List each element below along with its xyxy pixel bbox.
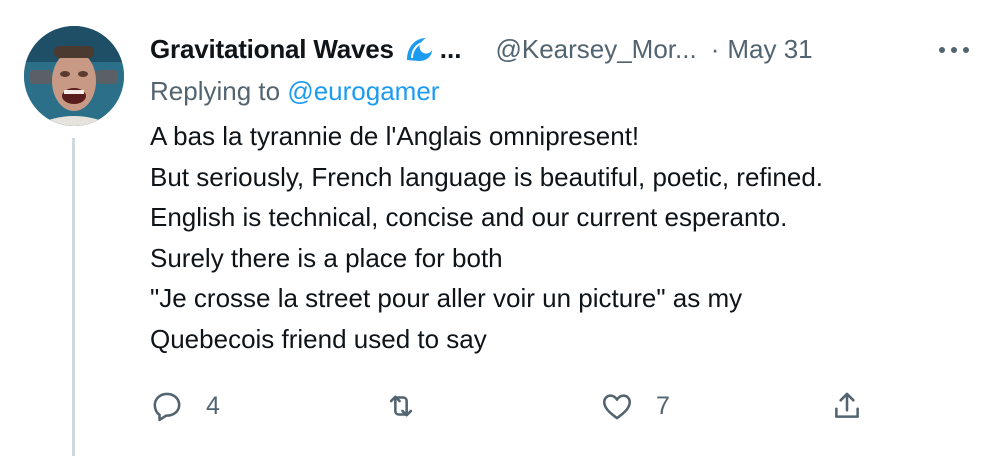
date-separator: · — [710, 33, 720, 64]
replying-prefix: Replying to — [150, 76, 281, 106]
tweet-date[interactable]: May 31 — [727, 34, 812, 65]
tweet-text-line: A bas la tyrannie de l'Anglais omniprese… — [150, 121, 640, 151]
more-options-icon[interactable] — [934, 38, 974, 62]
share-button[interactable] — [830, 382, 864, 430]
share-icon — [835, 392, 859, 418]
replying-to-link[interactable]: @eurogamer — [287, 76, 439, 106]
retweet-button[interactable] — [384, 382, 418, 430]
user-handle[interactable]: @Kearsey_Mor... — [495, 34, 696, 65]
tweet-text-line: English is technical, concise and our cu… — [150, 202, 788, 232]
wave-emoji-icon — [404, 34, 434, 64]
avatar-image — [24, 26, 124, 126]
replying-to: Replying to @eurogamer — [150, 76, 439, 107]
tweet: Gravitational Waves ... @Kearsey_Mor... … — [0, 0, 1000, 456]
tweet-text-line: "Je crosse la street pour aller voir un … — [150, 283, 743, 313]
thread-line — [72, 138, 75, 456]
heart-icon — [602, 394, 632, 420]
name-truncation: ... — [439, 33, 462, 64]
display-name[interactable]: Gravitational Waves — [150, 34, 394, 65]
tweet-header: Gravitational Waves ... @Kearsey_Mor... … — [150, 28, 980, 70]
like-button[interactable]: 7 — [600, 382, 670, 430]
reply-count: 4 — [206, 391, 220, 420]
reply-icon — [153, 392, 181, 422]
tweet-actions: 4 7 — [150, 382, 880, 430]
reply-button[interactable]: 4 — [150, 382, 220, 430]
tweet-text: A bas la tyrannie de l'Anglais omniprese… — [150, 116, 980, 359]
avatar[interactable] — [24, 26, 124, 126]
retweet-icon — [389, 395, 413, 417]
tweet-text-line: But seriously, French language is beauti… — [150, 161, 824, 192]
like-count: 7 — [656, 391, 670, 420]
tweet-text-line: Quebecois friend used to say — [150, 323, 487, 354]
tweet-text-line: Surely there is a place for both — [150, 242, 503, 273]
